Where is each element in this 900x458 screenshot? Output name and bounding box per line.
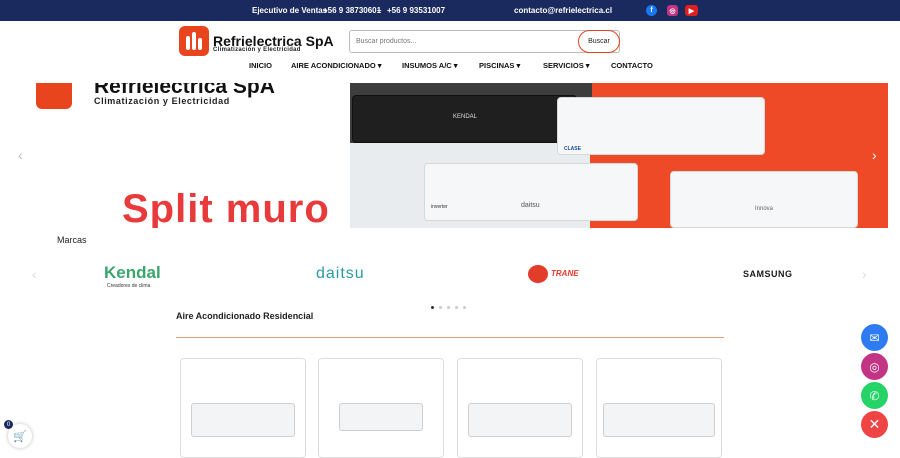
contact-email[interactable]: contacto@refrielectrica.cl	[514, 6, 612, 15]
brand-logo-kendal[interactable]: Kendal	[104, 263, 161, 283]
product-image[interactable]	[339, 403, 423, 431]
product-card[interactable]	[180, 358, 306, 458]
product-card[interactable]	[318, 358, 444, 458]
brand-logo-trane[interactable]: TRANE	[551, 269, 579, 278]
sales-label: Ejecutivo de Ventas	[252, 6, 328, 15]
hero-prev-arrow-icon[interactable]: ‹	[18, 147, 23, 163]
instagram-float-icon[interactable]: ◎	[861, 353, 888, 380]
hero-next-arrow-icon[interactable]: ›	[872, 147, 877, 163]
pagination-dot[interactable]	[439, 306, 442, 309]
whatsapp-icon[interactable]: ✆	[861, 382, 888, 409]
nav-inicio[interactable]: INICIO	[249, 61, 272, 70]
pagination-dot[interactable]	[455, 306, 458, 309]
search-button[interactable]: Buscar	[578, 30, 620, 53]
nav-aire-acondicionado[interactable]: AIRE ACONDICIONADO ▾	[291, 61, 382, 70]
youtube-icon[interactable]: ▶	[685, 5, 698, 16]
nav-servicios[interactable]: SERVICIOS ▾	[543, 61, 590, 70]
product-card[interactable]	[596, 358, 722, 458]
hero-tagline: Climatización y Electricidad	[94, 96, 230, 106]
ac-label-innova: Innova	[755, 206, 774, 212]
section-divider	[176, 337, 724, 338]
pagination-dot[interactable]	[431, 306, 434, 309]
brands-prev-arrow-icon[interactable]: ‹	[32, 266, 37, 282]
brand-logo-daitsu[interactable]: daitsu	[316, 265, 365, 283]
ac-label-clase: CLASE	[564, 146, 581, 152]
search-placeholder: Buscar productos...	[356, 38, 417, 45]
pagination-dot[interactable]	[447, 306, 450, 309]
product-image[interactable]	[191, 403, 295, 437]
brands-next-arrow-icon[interactable]: ›	[862, 266, 867, 282]
ac-unit-clase: CLASE	[557, 97, 765, 155]
ac-label-kendal: KENDAL	[453, 114, 478, 120]
brands-pagination[interactable]	[431, 296, 471, 314]
instagram-icon[interactable]: ◎	[667, 5, 678, 16]
brand-logo-samsung[interactable]: SAMSUNG	[743, 269, 793, 279]
kendal-wordmark: Kendal	[104, 263, 161, 282]
nav-piscinas[interactable]: PISCINAS ▾	[479, 61, 520, 70]
section-title: Aire Acondicionado Residencial	[176, 311, 314, 321]
logo-icon[interactable]	[179, 26, 209, 56]
pagination-dot[interactable]	[463, 306, 466, 309]
top-bar: Ejecutivo de Ventas +56 9 38730601 – +56…	[0, 0, 900, 21]
phone-1[interactable]: +56 9 38730601	[323, 6, 381, 15]
ac-unit-daitsu: inverter daitsu	[424, 163, 638, 221]
nav-insumos[interactable]: INSUMOS A/C ▾	[402, 61, 458, 70]
product-card[interactable]	[457, 358, 583, 458]
product-image[interactable]	[468, 403, 572, 437]
trane-circle-icon	[528, 265, 548, 283]
marcas-title: Marcas	[57, 235, 87, 245]
hero-banner[interactable]: Refrielectrica SpA Climatización y Elect…	[12, 83, 888, 228]
ac-label-inverter: inverter	[431, 204, 448, 210]
facebook-icon[interactable]: f	[646, 5, 657, 16]
phone-separator: –	[377, 6, 382, 15]
close-icon[interactable]: ✕	[861, 411, 888, 438]
phone-2[interactable]: +56 9 93531007	[387, 6, 445, 15]
ac-label-daitsu: daitsu	[521, 202, 540, 209]
messenger-icon[interactable]: ✉	[861, 324, 888, 351]
nav-contacto[interactable]: CONTACTO	[611, 61, 653, 70]
hero-logo-icon	[36, 83, 72, 109]
kendal-tagline: Creadores de clima	[107, 283, 151, 289]
brand-tagline: Climatización y Electricidad	[213, 47, 301, 53]
product-image[interactable]	[603, 403, 715, 437]
cart-count-badge: 0	[4, 420, 13, 429]
ac-unit-innova: Innova	[670, 171, 858, 228]
hero-title: Split muro	[122, 187, 330, 228]
ac-unit-kendal: KENDAL	[352, 95, 577, 143]
